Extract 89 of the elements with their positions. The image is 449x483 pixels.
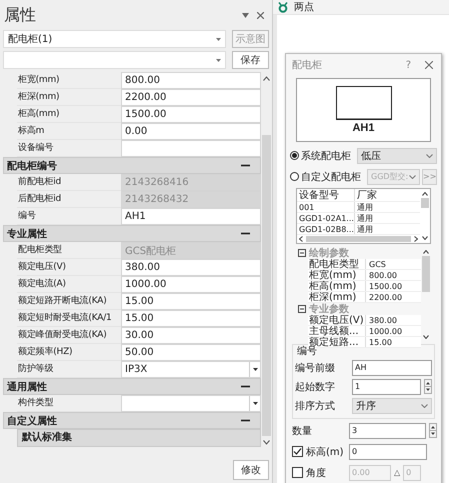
parameter-value: GCS bbox=[368, 259, 386, 269]
table-cell: 001 bbox=[297, 202, 355, 212]
count-field[interactable]: 3 bbox=[349, 422, 426, 438]
table-cell-text: 通用 bbox=[356, 213, 374, 223]
delta-symbol: △ bbox=[394, 468, 400, 477]
field-label: 编号前缀 bbox=[295, 362, 336, 374]
scrollbar-thumb[interactable] bbox=[421, 198, 429, 208]
section-header[interactable]: 通用属性 bbox=[3, 378, 261, 395]
caret-icon[interactable] bbox=[252, 368, 258, 371]
property-value-field[interactable] bbox=[121, 395, 261, 412]
property-value-field[interactable]: 2200.00 bbox=[121, 89, 261, 106]
save-button[interactable]: 保存 bbox=[232, 51, 269, 69]
property-value-field[interactable]: 380.00 bbox=[121, 259, 261, 276]
checkbox[interactable] bbox=[292, 467, 303, 478]
checkbox[interactable] bbox=[292, 446, 303, 457]
dropdown-icon[interactable] bbox=[242, 12, 249, 18]
type-select[interactable]: 低压 bbox=[357, 148, 437, 164]
scroll-left-icon[interactable] bbox=[299, 236, 303, 242]
property-value-field[interactable] bbox=[121, 140, 261, 157]
column-header[interactable]: 厂家 bbox=[355, 189, 420, 201]
table-cell: GGD1-02A1... bbox=[297, 213, 355, 223]
start-number-field[interactable]: 1 bbox=[352, 378, 421, 394]
section-header[interactable]: 自定义属性 bbox=[3, 412, 261, 429]
property-value-field[interactable]: 1000.00 bbox=[121, 276, 261, 293]
source-label: 自定义配电柜 bbox=[301, 170, 361, 184]
table-cell-text: 通用 bbox=[356, 202, 374, 212]
section-header[interactable]: 配电柜编号 bbox=[3, 157, 261, 174]
table-cell: GGD1-02B8... bbox=[297, 224, 355, 234]
elevation-field[interactable]: 0 bbox=[349, 444, 427, 460]
caret-icon[interactable] bbox=[252, 402, 258, 405]
property-value-field[interactable]: 0.00 bbox=[121, 123, 261, 140]
parameter-value: 2200.00 bbox=[368, 292, 402, 302]
parameter-value: 1000.00 bbox=[368, 326, 402, 336]
scrollbar-thumb[interactable] bbox=[262, 135, 271, 436]
chevron-icon[interactable] bbox=[426, 154, 433, 158]
parameter-value: 380.00 bbox=[368, 315, 397, 325]
source-label: 系统配电柜 bbox=[301, 150, 351, 162]
cabinet-drawing bbox=[336, 86, 392, 120]
scrollbar-thumb[interactable] bbox=[306, 236, 411, 242]
modify-button[interactable]: 修改 bbox=[233, 460, 269, 480]
scrollbar-thumb[interactable] bbox=[422, 256, 430, 292]
radio-button[interactable] bbox=[290, 151, 299, 160]
object-select[interactable]: 配电柜(1) bbox=[3, 30, 226, 48]
view-tab[interactable]: 两点 bbox=[294, 0, 314, 14]
chevron-icon[interactable] bbox=[421, 404, 428, 408]
parameter-name: 配电柜类型 bbox=[308, 259, 366, 269]
prefix-field[interactable]: AH bbox=[352, 360, 432, 376]
column-header[interactable]: 设备型号 bbox=[297, 189, 355, 201]
collapse-icon[interactable] bbox=[298, 305, 306, 313]
property-value-field[interactable]: 800.00 bbox=[121, 72, 261, 89]
parameter-value: 1500.00 bbox=[368, 281, 402, 291]
spinner-icon[interactable] bbox=[429, 423, 437, 438]
scroll-up-icon[interactable] bbox=[263, 76, 270, 81]
property-value-field[interactable]: 30.00 bbox=[121, 327, 261, 344]
subsection-header[interactable]: 默认标准集 bbox=[17, 429, 261, 447]
group-label: 专业参数 bbox=[309, 302, 349, 315]
close-icon[interactable] bbox=[257, 12, 264, 18]
property-value-field[interactable]: AH1 bbox=[121, 208, 261, 225]
property-value-field[interactable]: 50.00 bbox=[121, 344, 261, 361]
scroll-right-icon[interactable] bbox=[414, 236, 418, 242]
dialog-title: 配电柜 bbox=[292, 58, 323, 72]
property-value-field[interactable]: 15.00 bbox=[121, 293, 261, 310]
app-icon bbox=[278, 2, 288, 12]
spinner-icon[interactable] bbox=[424, 379, 432, 394]
group-title: 编号 bbox=[296, 346, 317, 358]
order-select[interactable]: 升序 bbox=[352, 398, 432, 414]
field-label: 数量 bbox=[292, 424, 313, 438]
scroll-up-icon[interactable] bbox=[423, 250, 429, 254]
close-icon[interactable] bbox=[425, 61, 433, 69]
checkbox-label: 角度 bbox=[306, 466, 327, 480]
field-label: 起始数字 bbox=[295, 380, 336, 394]
section-header[interactable]: 专业属性 bbox=[3, 225, 261, 242]
property-value-field[interactable]: 15.00 bbox=[121, 310, 261, 327]
table-cell-text: 通用 bbox=[356, 224, 374, 234]
parameter-name: 柜深(mm) bbox=[308, 292, 366, 302]
scroll-down-icon[interactable] bbox=[422, 236, 428, 240]
property-value-field[interactable]: 1500.00 bbox=[121, 106, 261, 123]
scroll-down-icon[interactable] bbox=[263, 440, 270, 445]
property-value-field[interactable]: IP3X bbox=[121, 361, 261, 378]
panel-title: 属性 bbox=[4, 4, 37, 26]
scroll-up-icon[interactable] bbox=[422, 192, 428, 196]
collapse-icon[interactable] bbox=[298, 249, 306, 257]
parameter-value: 15.00 bbox=[368, 337, 392, 347]
checkbox-label: 标高(m) bbox=[306, 446, 345, 458]
group-label: 绘制参数 bbox=[309, 246, 349, 259]
preview-label: AH1 bbox=[352, 122, 374, 134]
field-label: 排序方式 bbox=[295, 400, 336, 412]
scroll-down-icon[interactable] bbox=[423, 335, 429, 339]
parameter-value: 800.00 bbox=[368, 270, 397, 280]
